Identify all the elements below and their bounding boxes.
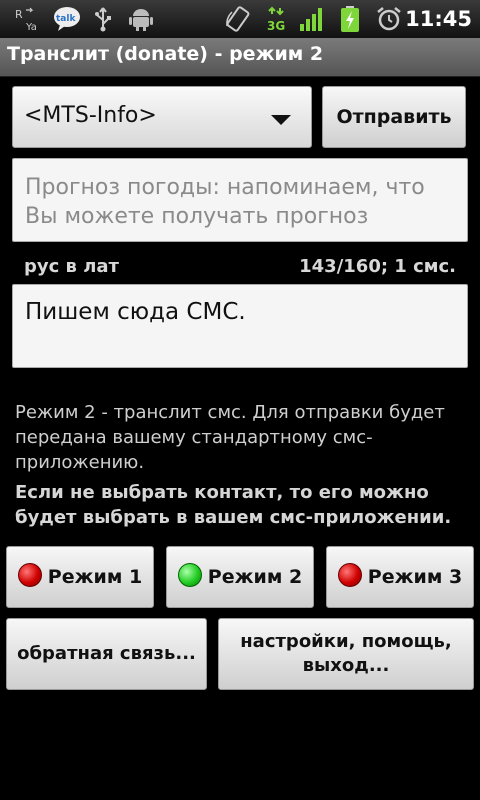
recipient-spinner[interactable]: <MTS-Info>: [12, 86, 312, 148]
mode-1-label: Режим 1: [47, 566, 143, 588]
sms-text: Пишем сюда СМС.: [25, 299, 246, 325]
send-button[interactable]: Отправить: [322, 86, 466, 148]
feedback-button[interactable]: обратная связь...: [6, 618, 207, 690]
status-dot-green-icon: [177, 563, 202, 587]
translit-icon: R Ya: [15, 7, 37, 32]
svg-text:talk: talk: [56, 14, 76, 24]
label-row: рус в лат 143/160; 1 смс.: [24, 256, 456, 280]
template-text-field[interactable]: Прогноз погоды: напоминаем, что Вы может…: [12, 158, 468, 242]
3g-icon: 3G: [267, 6, 285, 32]
char-counter: 143/160; 1 смс.: [299, 256, 456, 277]
battery-charging-icon: [341, 6, 359, 32]
mode-3-label: Режим 3: [367, 566, 463, 588]
status-dot-red-icon: [17, 563, 42, 587]
title-bar: Транслит (donate) - режим 2: [0, 38, 480, 77]
sms-input[interactable]: Пишем сюда СМС.: [12, 284, 468, 368]
mode-1-button[interactable]: Режим 1: [6, 546, 154, 608]
mode-2-label: Режим 2: [207, 566, 303, 588]
alarm-icon: [377, 7, 401, 31]
status-bar: R Ya talk 3G 11:45: [0, 0, 480, 38]
mode-2-button[interactable]: Режим 2: [166, 546, 314, 608]
settings-help-exit-button[interactable]: настройки, помощь, выход...: [218, 618, 474, 690]
rotate-icon: [226, 6, 250, 32]
clock: 11:45: [405, 7, 472, 31]
talk-icon: talk: [54, 7, 80, 31]
usb-icon: [95, 7, 111, 32]
app-title: Транслит (donate) - режим 2: [7, 43, 324, 65]
translit-mode-label: рус в лат: [24, 256, 119, 277]
svg-text:3G: 3G: [267, 19, 285, 32]
svg-text:R: R: [15, 8, 23, 21]
android-debug-icon: [129, 9, 153, 31]
signal-icon: [300, 8, 322, 31]
svg-text:Ya: Ya: [25, 22, 37, 32]
mode-3-button[interactable]: Режим 3: [326, 546, 474, 608]
status-dot-red-icon: [337, 563, 362, 587]
contact-hint: Если не выбрать контакт, то его можно бу…: [15, 482, 452, 528]
recipient-selected: <MTS-Info>: [24, 103, 157, 128]
chevron-down-icon: [271, 115, 291, 125]
template-text: Прогноз погоды: напоминаем, что Вы может…: [25, 175, 425, 229]
mode-description: Режим 2 - транслит смс. Для отправки буд…: [15, 402, 445, 473]
